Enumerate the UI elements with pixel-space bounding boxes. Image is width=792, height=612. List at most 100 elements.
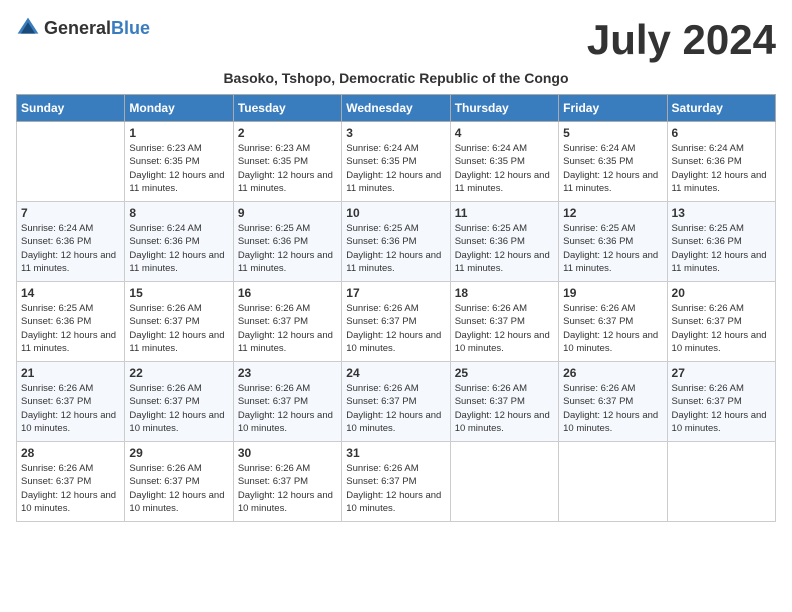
day-info: Sunrise: 6:25 AMSunset: 6:36 PMDaylight:… [346, 222, 445, 275]
month-title: July 2024 [587, 16, 776, 64]
calendar-cell: 11 Sunrise: 6:25 AMSunset: 6:36 PMDayligh… [450, 202, 558, 282]
calendar-cell: 16 Sunrise: 6:26 AMSunset: 6:37 PMDayligh… [233, 282, 341, 362]
day-number: 30 [238, 446, 337, 460]
calendar-cell: 4Sunrise: 6:24 AMSunset: 6:35 PMDaylight… [450, 122, 558, 202]
calendar-week-row: 14 Sunrise: 6:25 AMSunset: 6:36 PMDayligh… [17, 282, 776, 362]
calendar-week-row: 28Sunrise: 6:26 AMSunset: 6:37 PMDayligh… [17, 442, 776, 522]
header-monday: Monday [125, 95, 233, 122]
day-number: 24 [346, 366, 445, 380]
calendar-cell [17, 122, 125, 202]
day-number: 7 [21, 206, 120, 220]
day-info: Sunrise: 6:24 AMSunset: 6:36 PMDaylight:… [21, 222, 120, 275]
day-number: 14 [21, 286, 120, 300]
calendar-week-row: 7 Sunrise: 6:24 AMSunset: 6:36 PMDaylight… [17, 202, 776, 282]
day-number: 16 [238, 286, 337, 300]
day-info: Sunrise: 6:26 AMSunset: 6:37 PMDaylight:… [129, 462, 228, 515]
day-info: Sunrise: 6:25 AMSunset: 6:36 PMDaylight:… [672, 222, 771, 275]
calendar-cell: 18 Sunrise: 6:26 AMSunset: 6:37 PMDayligh… [450, 282, 558, 362]
day-number: 12 [563, 206, 662, 220]
calendar-cell: 14 Sunrise: 6:25 AMSunset: 6:36 PMDayligh… [17, 282, 125, 362]
calendar-cell: 30 Sunrise: 6:26 AMSunset: 6:37 PMDayligh… [233, 442, 341, 522]
day-info: Sunrise: 6:26 AMSunset: 6:37 PMDaylight:… [238, 462, 337, 515]
day-info: Sunrise: 6:26 AMSunset: 6:37 PMDaylight:… [129, 302, 228, 355]
day-info: Sunrise: 6:25 AMSunset: 6:36 PMDaylight:… [21, 302, 120, 355]
day-info: Sunrise: 6:26 AMSunset: 6:37 PMDaylight:… [672, 302, 771, 355]
day-info: Sunrise: 6:26 AMSunset: 6:37 PMDaylight:… [129, 382, 228, 435]
calendar-cell: 3 Sunrise: 6:24 AMSunset: 6:35 PMDaylight… [342, 122, 450, 202]
logo-blue: Blue [111, 18, 150, 38]
calendar-cell: 17 Sunrise: 6:26 AMSunset: 6:37 PMDayligh… [342, 282, 450, 362]
day-number: 26 [563, 366, 662, 380]
day-number: 20 [672, 286, 771, 300]
header-wednesday: Wednesday [342, 95, 450, 122]
day-info: Sunrise: 6:24 AMSunset: 6:36 PMDaylight:… [129, 222, 228, 275]
day-number: 18 [455, 286, 554, 300]
logo-icon [16, 16, 40, 40]
day-info: Sunrise: 6:26 AMSunset: 6:37 PMDaylight:… [21, 462, 120, 515]
calendar-cell: 23 Sunrise: 6:26 AMSunset: 6:37 PMDayligh… [233, 362, 341, 442]
calendar-cell: 21Sunrise: 6:26 AMSunset: 6:37 PMDayligh… [17, 362, 125, 442]
day-info: Sunrise: 6:26 AMSunset: 6:37 PMDaylight:… [563, 302, 662, 355]
day-info: Sunrise: 6:26 AMSunset: 6:37 PMDaylight:… [346, 462, 445, 515]
calendar-cell: 10 Sunrise: 6:25 AMSunset: 6:36 PMDayligh… [342, 202, 450, 282]
header-tuesday: Tuesday [233, 95, 341, 122]
calendar-cell: 19 Sunrise: 6:26 AMSunset: 6:37 PMDayligh… [559, 282, 667, 362]
calendar-cell: 12 Sunrise: 6:25 AMSunset: 6:36 PMDayligh… [559, 202, 667, 282]
day-info: Sunrise: 6:25 AMSunset: 6:36 PMDaylight:… [563, 222, 662, 275]
day-number: 23 [238, 366, 337, 380]
calendar-cell: 31 Sunrise: 6:26 AMSunset: 6:37 PMDayligh… [342, 442, 450, 522]
day-number: 17 [346, 286, 445, 300]
day-number: 11 [455, 206, 554, 220]
calendar-cell [667, 442, 775, 522]
header-friday: Friday [559, 95, 667, 122]
day-number: 5 [563, 126, 662, 140]
day-number: 6 [672, 126, 771, 140]
subtitle: Basoko, Tshopo, Democratic Republic of t… [16, 70, 776, 86]
day-number: 3 [346, 126, 445, 140]
header-sunday: Sunday [17, 95, 125, 122]
day-info: Sunrise: 6:26 AMSunset: 6:37 PMDaylight:… [238, 302, 337, 355]
logo-text: GeneralBlue [44, 18, 150, 39]
day-info: Sunrise: 6:26 AMSunset: 6:37 PMDaylight:… [346, 302, 445, 355]
days-header-row: Sunday Monday Tuesday Wednesday Thursday… [17, 95, 776, 122]
calendar-cell: 7 Sunrise: 6:24 AMSunset: 6:36 PMDaylight… [17, 202, 125, 282]
day-info: Sunrise: 6:24 AMSunset: 6:35 PMDaylight:… [455, 142, 554, 195]
day-info: Sunrise: 6:25 AMSunset: 6:36 PMDaylight:… [238, 222, 337, 275]
logo-general: General [44, 18, 111, 38]
day-info: Sunrise: 6:26 AMSunset: 6:37 PMDaylight:… [21, 382, 120, 435]
day-number: 10 [346, 206, 445, 220]
calendar-cell [450, 442, 558, 522]
header-saturday: Saturday [667, 95, 775, 122]
day-info: Sunrise: 6:26 AMSunset: 6:37 PMDaylight:… [455, 302, 554, 355]
calendar-week-row: 21Sunrise: 6:26 AMSunset: 6:37 PMDayligh… [17, 362, 776, 442]
day-number: 19 [563, 286, 662, 300]
day-number: 1 [129, 126, 228, 140]
day-number: 27 [672, 366, 771, 380]
calendar-cell: 15Sunrise: 6:26 AMSunset: 6:37 PMDayligh… [125, 282, 233, 362]
calendar-cell: 13Sunrise: 6:25 AMSunset: 6:36 PMDayligh… [667, 202, 775, 282]
day-info: Sunrise: 6:25 AMSunset: 6:36 PMDaylight:… [455, 222, 554, 275]
calendar-cell: 24 Sunrise: 6:26 AMSunset: 6:37 PMDayligh… [342, 362, 450, 442]
day-info: Sunrise: 6:23 AMSunset: 6:35 PMDaylight:… [129, 142, 228, 195]
day-info: Sunrise: 6:24 AMSunset: 6:35 PMDaylight:… [563, 142, 662, 195]
day-info: Sunrise: 6:26 AMSunset: 6:37 PMDaylight:… [346, 382, 445, 435]
day-number: 9 [238, 206, 337, 220]
calendar-cell: 8 Sunrise: 6:24 AMSunset: 6:36 PMDaylight… [125, 202, 233, 282]
calendar-cell: 27Sunrise: 6:26 AMSunset: 6:37 PMDayligh… [667, 362, 775, 442]
day-info: Sunrise: 6:26 AMSunset: 6:37 PMDaylight:… [238, 382, 337, 435]
day-info: Sunrise: 6:24 AMSunset: 6:35 PMDaylight:… [346, 142, 445, 195]
header-thursday: Thursday [450, 95, 558, 122]
calendar-cell: 25Sunrise: 6:26 AMSunset: 6:37 PMDayligh… [450, 362, 558, 442]
calendar-week-row: 1 Sunrise: 6:23 AMSunset: 6:35 PMDaylight… [17, 122, 776, 202]
calendar-cell [559, 442, 667, 522]
page-container: GeneralBlue July 2024 Basoko, Tshopo, De… [16, 16, 776, 522]
calendar-cell: 9 Sunrise: 6:25 AMSunset: 6:36 PMDaylight… [233, 202, 341, 282]
day-number: 31 [346, 446, 445, 460]
calendar-cell: 2Sunrise: 6:23 AMSunset: 6:35 PMDaylight… [233, 122, 341, 202]
calendar-cell: 29Sunrise: 6:26 AMSunset: 6:37 PMDayligh… [125, 442, 233, 522]
day-number: 8 [129, 206, 228, 220]
day-number: 2 [238, 126, 337, 140]
day-number: 22 [129, 366, 228, 380]
day-info: Sunrise: 6:24 AMSunset: 6:36 PMDaylight:… [672, 142, 771, 195]
logo: GeneralBlue [16, 16, 150, 40]
